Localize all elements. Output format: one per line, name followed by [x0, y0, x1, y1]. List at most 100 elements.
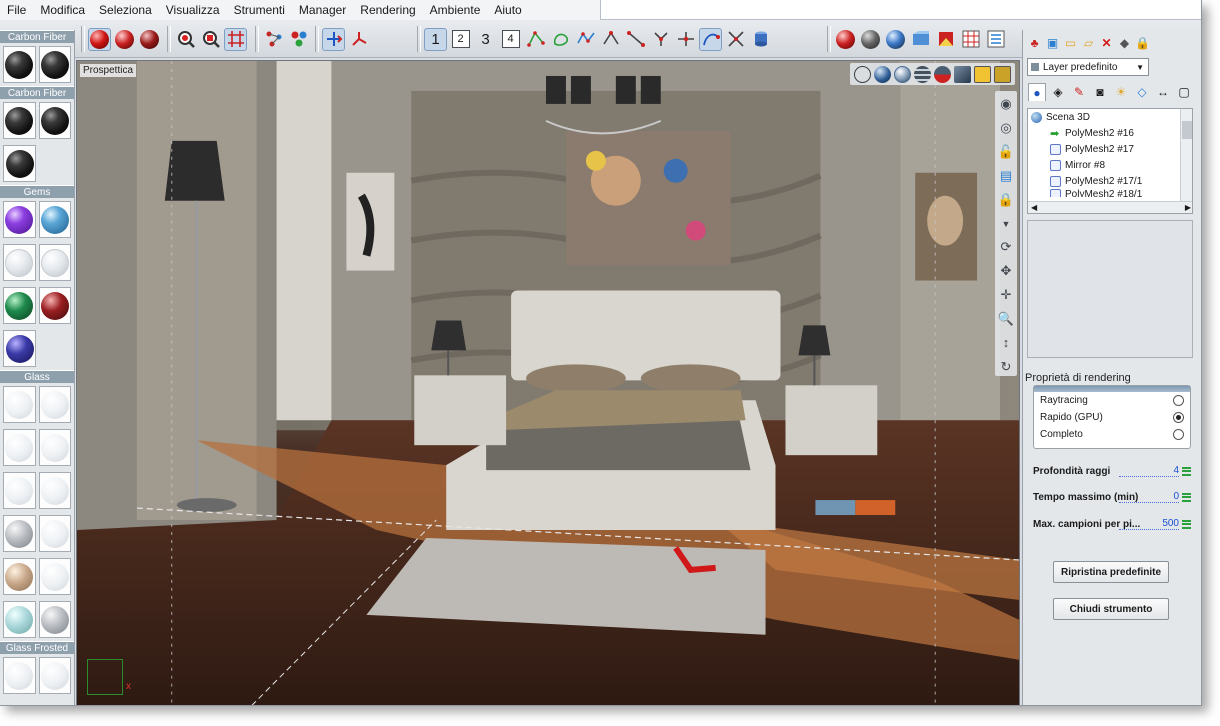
- material-editor-button[interactable]: [909, 28, 932, 51]
- render-view-icon[interactable]: ◎: [997, 119, 1015, 138]
- world-axis-button[interactable]: [347, 28, 370, 51]
- curve-tool-3-button[interactable]: [574, 28, 597, 51]
- lock-icon[interactable]: 🔒: [997, 190, 1015, 209]
- close-tool-button[interactable]: Chiudi strumento: [1053, 598, 1169, 620]
- lock-open-icon[interactable]: 🔓: [997, 143, 1015, 162]
- textured-shaded-icon[interactable]: [894, 65, 911, 83]
- material-swatch[interactable]: [3, 386, 36, 423]
- render-tool-2-button[interactable]: [859, 28, 882, 51]
- material-swatch[interactable]: [3, 287, 36, 324]
- material-category-glass-frosted[interactable]: Glass Frosted: [0, 641, 74, 654]
- texture-button[interactable]: [934, 28, 957, 51]
- scrollbar-thumb[interactable]: [1182, 121, 1192, 139]
- pan-icon[interactable]: ✥: [997, 262, 1015, 281]
- curve-tool-1-button[interactable]: [524, 28, 547, 51]
- cube-icon[interactable]: ▣: [1045, 36, 1060, 51]
- box-wire-icon[interactable]: [974, 65, 991, 83]
- view-4-button[interactable]: 4: [499, 28, 522, 51]
- palette-icon[interactable]: ♣: [1027, 36, 1042, 51]
- render-grid-button[interactable]: [959, 28, 982, 51]
- material-swatch[interactable]: [38, 102, 71, 139]
- menu-strumenti[interactable]: Strumenti: [227, 3, 292, 17]
- tree-item[interactable]: Mirror #8: [1028, 157, 1192, 173]
- menu-visualizza[interactable]: Visualizza: [159, 3, 227, 17]
- material-swatch[interactable]: [38, 601, 71, 638]
- delete-icon[interactable]: ✕: [1099, 36, 1114, 51]
- mode-radio[interactable]: [1173, 429, 1184, 440]
- zoom-window-button[interactable]: [199, 28, 222, 51]
- tab-lights-icon[interactable]: ☀: [1112, 83, 1130, 101]
- curve-tool-4-button[interactable]: [599, 28, 622, 51]
- material-swatch[interactable]: [3, 472, 36, 509]
- slider-menu-icon[interactable]: [1182, 519, 1191, 529]
- material-swatch[interactable]: [3, 145, 36, 182]
- environment-button[interactable]: [884, 28, 907, 51]
- tag-icon[interactable]: ◆: [1117, 36, 1132, 51]
- scroll-left-icon[interactable]: ◀: [1031, 203, 1037, 212]
- material-category-glass[interactable]: Glass: [0, 370, 74, 383]
- tree-root[interactable]: Scena 3D: [1028, 109, 1192, 125]
- wireframe-globe-icon[interactable]: [854, 65, 871, 83]
- material-swatch[interactable]: [38, 429, 71, 466]
- material-swatch[interactable]: [3, 601, 36, 638]
- material-swatch[interactable]: [38, 558, 71, 595]
- layer-toggle-icon[interactable]: ▤: [997, 166, 1015, 185]
- zoom-icon[interactable]: 🔍: [997, 309, 1015, 328]
- curve-tool-7-button[interactable]: [674, 28, 697, 51]
- chevron-down-icon[interactable]: ▼: [997, 214, 1015, 233]
- render-area-button[interactable]: [113, 28, 136, 51]
- tree-vertical-scrollbar[interactable]: [1180, 109, 1192, 201]
- material-swatch[interactable]: [3, 102, 36, 139]
- curve-tool-9-button[interactable]: [724, 28, 747, 51]
- box-view-icon[interactable]: [954, 65, 971, 83]
- material-swatch[interactable]: [38, 287, 71, 324]
- scroll-right-icon[interactable]: ▶: [1185, 203, 1191, 212]
- snap-points-button[interactable]: [262, 28, 285, 51]
- layer-dropdown[interactable]: Layer predefinito ▼: [1027, 58, 1149, 76]
- tab-objects-icon[interactable]: ▢: [1175, 83, 1193, 101]
- zoom-button[interactable]: [174, 28, 197, 51]
- box-dots-icon[interactable]: [994, 65, 1011, 83]
- menu-aiuto[interactable]: Aiuto: [487, 3, 528, 17]
- max-samples-input[interactable]: 500: [1119, 518, 1179, 530]
- render-list-button[interactable]: [984, 28, 1007, 51]
- move-axis-button[interactable]: [322, 27, 345, 51]
- tab-scene-globe-icon[interactable]: ●: [1028, 83, 1046, 101]
- material-swatch[interactable]: [3, 46, 36, 83]
- material-swatch[interactable]: [3, 201, 36, 238]
- tree-horizontal-scrollbar[interactable]: ◀ ▶: [1028, 201, 1192, 213]
- lock-icon[interactable]: 🔒: [1135, 36, 1150, 51]
- ray-depth-input[interactable]: 4: [1119, 465, 1179, 477]
- grid-button[interactable]: [224, 27, 247, 51]
- view-1-button[interactable]: 1: [424, 27, 447, 51]
- orbit-icon[interactable]: ⟳: [997, 238, 1015, 257]
- tree-item[interactable]: ➡ PolyMesh2 #16: [1028, 125, 1192, 141]
- curve-tool-8-button[interactable]: [699, 27, 722, 51]
- tab-camera-icon[interactable]: ◙: [1091, 83, 1109, 101]
- menu-rendering[interactable]: Rendering: [353, 3, 422, 17]
- snap-objects-button[interactable]: [287, 28, 310, 51]
- material-swatch[interactable]: [38, 201, 71, 238]
- tab-materials-icon[interactable]: ✎: [1070, 83, 1088, 101]
- slider-menu-icon[interactable]: [1182, 466, 1191, 476]
- menu-file[interactable]: File: [0, 3, 33, 17]
- view-2-button[interactable]: 2: [449, 28, 472, 51]
- material-swatch[interactable]: [38, 472, 71, 509]
- material-swatch[interactable]: [3, 330, 36, 367]
- material-swatch[interactable]: [3, 515, 36, 552]
- perspective-viewport[interactable]: Prospettica ◉ ◎ 🔓 ▤ 🔒 ▼ ⟳ ✥ ✛ 🔍 ↕ ↻: [76, 60, 1020, 705]
- mode-radio-selected[interactable]: [1173, 412, 1184, 423]
- rotate-icon[interactable]: ↻: [997, 357, 1015, 376]
- tab-layers-icon[interactable]: ◈: [1049, 83, 1067, 101]
- curve-tool-6-button[interactable]: [649, 28, 672, 51]
- menu-modifica[interactable]: Modifica: [33, 3, 92, 17]
- material-swatch[interactable]: [38, 515, 71, 552]
- render-sphere-button[interactable]: [88, 27, 111, 51]
- material-category-carbon-fiber[interactable]: Carbon Fiber: [0, 30, 74, 43]
- solid-shaded-icon[interactable]: [874, 65, 891, 83]
- tree-item[interactable]: PolyMesh2 #18/1: [1028, 189, 1192, 197]
- render-region-icon[interactable]: ◉: [997, 95, 1015, 114]
- viewport-label[interactable]: Prospettica: [80, 64, 137, 77]
- tree-item[interactable]: PolyMesh2 #17/1: [1028, 173, 1192, 189]
- max-time-field[interactable]: Tempo massimo (min) 0: [1033, 489, 1191, 505]
